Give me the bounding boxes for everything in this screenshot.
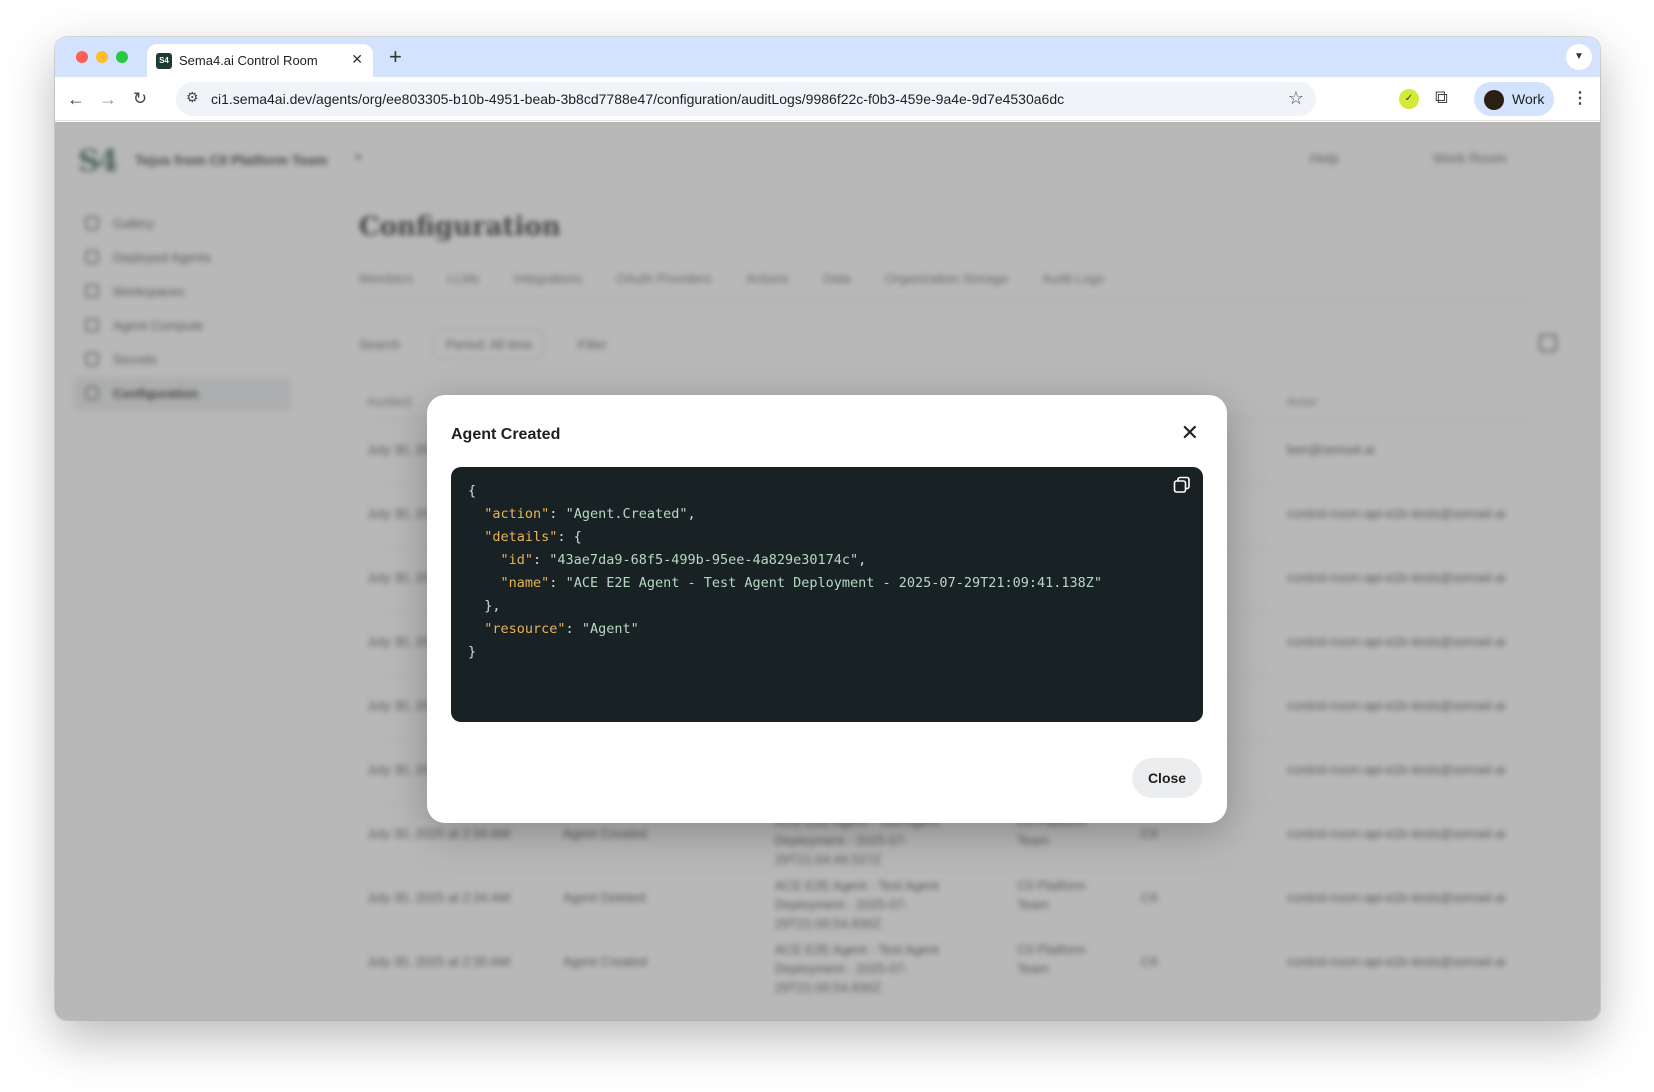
tab-strip: S4 Sema4.ai Control Room ✕ + ▼: [55, 37, 1600, 77]
code-line: "resource": "Agent": [484, 621, 639, 637]
copy-icon[interactable]: [1173, 476, 1191, 494]
code-line: {: [468, 483, 477, 499]
close-icon[interactable]: ✕: [1181, 421, 1199, 445]
json-code-block: { "action": "Agent.Created", "details": …: [451, 467, 1203, 722]
window-maximize-dot[interactable]: [116, 51, 128, 63]
window-close-dot[interactable]: [76, 51, 88, 63]
url-text[interactable]: ci1.sema4ai.dev/agents/org/ee803305-b10b…: [211, 91, 1064, 107]
profile-label: Work: [1512, 91, 1545, 107]
extensions-puzzle-icon[interactable]: ⧉: [1435, 87, 1448, 108]
code-line: "details": {: [484, 529, 582, 545]
window-minimize-dot[interactable]: [96, 51, 108, 63]
browser-toolbar: ← → ↻ ⚙ ci1.sema4ai.dev/agents/org/ee803…: [55, 77, 1600, 121]
new-tab-icon[interactable]: +: [389, 44, 402, 70]
browser-window: S4 Sema4.ai Control Room ✕ + ▼ ← → ↻ ⚙ c…: [55, 37, 1600, 1020]
forward-icon[interactable]: →: [95, 86, 121, 112]
tab-title: Sema4.ai Control Room: [179, 53, 318, 68]
dialog-title: Agent Created: [451, 426, 561, 443]
site-info-icon[interactable]: ⚙: [186, 89, 199, 106]
reload-icon[interactable]: ↻: [127, 86, 153, 112]
profile-button[interactable]: Work: [1474, 82, 1554, 116]
code-line: },: [484, 598, 501, 614]
code-line: "action": "Agent.Created",: [484, 506, 696, 522]
browser-menu-icon[interactable]: ⋮: [1572, 88, 1588, 108]
address-bar[interactable]: ⚙ ci1.sema4ai.dev/agents/org/ee803305-b1…: [176, 82, 1316, 116]
code-line: "id": "43ae7da9-68f5-499b-95ee-4a829e301…: [500, 552, 867, 568]
audit-log-dialog: Agent Created ✕ { "action": "Agent.Creat…: [427, 395, 1227, 823]
code-line: }: [468, 644, 477, 660]
back-icon[interactable]: ←: [63, 86, 89, 112]
close-button[interactable]: Close: [1132, 758, 1202, 798]
bookmark-star-icon[interactable]: ☆: [1288, 88, 1304, 109]
extension-icon[interactable]: ✓: [1399, 89, 1419, 109]
favicon-icon: S4: [156, 53, 172, 69]
code-line: "name": "ACE E2E Agent - Test Agent Depl…: [500, 575, 1102, 591]
tab-close-icon[interactable]: ✕: [351, 51, 363, 68]
tab-search-icon[interactable]: ▼: [1566, 44, 1592, 70]
profile-avatar: [1484, 90, 1504, 110]
browser-tab[interactable]: S4 Sema4.ai Control Room ✕: [147, 44, 373, 77]
page-content: S4 Tejus from CII Platform Team ▾ Help W…: [55, 122, 1600, 1020]
